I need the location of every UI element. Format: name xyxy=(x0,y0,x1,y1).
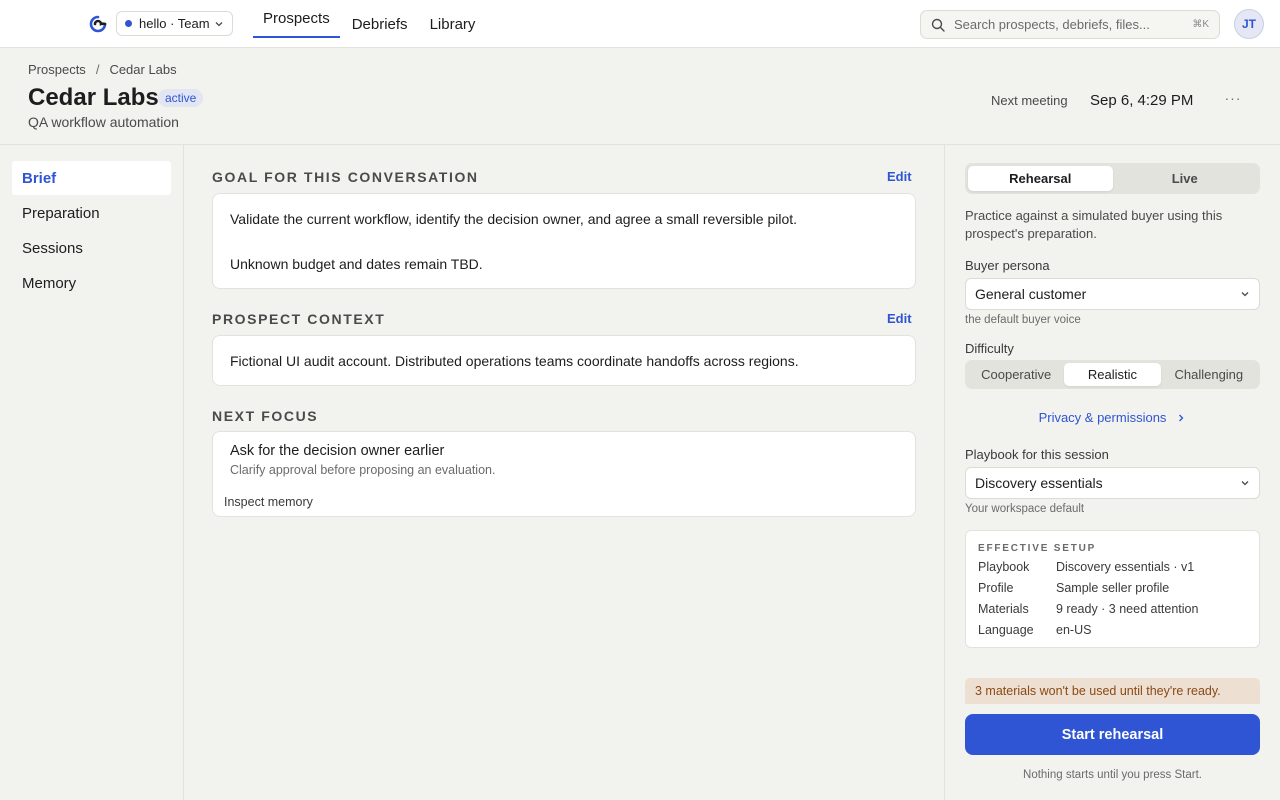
difficulty-toggle: Cooperative Realistic Challenging xyxy=(965,360,1260,389)
next-focus-card: Ask for the decision owner earlier Clari… xyxy=(212,431,916,517)
context-text: Fictional UI audit account. Distributed … xyxy=(230,353,799,369)
effective-setup-card: EFFECTIVE SETUP Playbook Discovery essen… xyxy=(965,530,1260,648)
setup-key: Materials xyxy=(978,602,1029,616)
mode-tab-rehearsal[interactable]: Rehearsal xyxy=(968,166,1113,191)
user-avatar[interactable]: JT xyxy=(1234,9,1264,39)
privacy-permissions-link[interactable]: Privacy & permissions xyxy=(965,410,1260,425)
search-icon xyxy=(931,18,945,32)
setup-row: Materials 9 ready · 3 need attention xyxy=(978,602,1198,616)
next-focus-heading: Ask for the decision owner earlier xyxy=(230,443,445,459)
setup-value: Sample seller profile xyxy=(1056,581,1170,595)
section-nav-memory[interactable]: Memory xyxy=(12,266,171,300)
chevron-down-icon xyxy=(1241,292,1249,297)
goal-section-title: GOAL FOR THIS CONVERSATION xyxy=(212,169,479,185)
search-input[interactable] xyxy=(954,17,1193,32)
goal-text: Validate the current workflow, identify … xyxy=(230,211,798,227)
goal-edit-button[interactable]: Edit xyxy=(887,169,912,184)
setup-row: Playbook Discovery essentials · v1 xyxy=(978,560,1194,574)
materials-warning: 3 materials won't be used until they're … xyxy=(965,678,1260,704)
chevron-down-icon xyxy=(1241,481,1249,486)
playbook-value: Discovery essentials xyxy=(975,475,1103,491)
workspace-label: hello · Team xyxy=(139,16,210,31)
breadcrumb-separator: / xyxy=(95,62,100,77)
persona-value: General customer xyxy=(975,286,1087,302)
workspace-dot-icon xyxy=(125,20,132,27)
persona-label: Buyer persona xyxy=(965,258,1050,273)
goal-card: Validate the current workflow, identify … xyxy=(212,193,916,289)
workspace-switcher[interactable]: hello · Team xyxy=(116,11,233,36)
inspect-memory-link[interactable]: Inspect memory xyxy=(224,495,313,509)
section-nav-preparation[interactable]: Preparation xyxy=(12,196,171,230)
setup-value: Discovery essentials · v1 xyxy=(1056,560,1195,574)
setup-key: Profile xyxy=(978,581,1014,595)
next-meeting-value: Sep 6, 4:29 PM xyxy=(1090,92,1194,109)
chevron-down-icon xyxy=(215,21,223,26)
playbook-hint: Your workspace default xyxy=(965,503,1085,515)
breadcrumb: Prospects / Cedar Labs xyxy=(28,62,177,77)
start-footnote: Nothing starts until you press Start. xyxy=(1023,769,1202,781)
search-box[interactable]: ⌘K xyxy=(920,10,1220,39)
chevron-right-icon xyxy=(1179,414,1184,421)
difficulty-realistic[interactable]: Realistic xyxy=(1064,363,1161,386)
main-nav: Prospects Debriefs Library xyxy=(253,0,487,48)
difficulty-label: Difficulty xyxy=(965,341,1014,356)
difficulty-cooperative[interactable]: Cooperative xyxy=(968,363,1064,386)
goal-note: Unknown budget and dates remain TBD. xyxy=(230,256,483,272)
difficulty-challenging[interactable]: Challenging xyxy=(1161,363,1257,386)
playbook-label: Playbook for this session xyxy=(965,447,1109,462)
context-edit-button[interactable]: Edit xyxy=(887,311,912,326)
app-logo-icon[interactable] xyxy=(88,14,108,34)
setup-key: Playbook xyxy=(978,560,1030,574)
breadcrumb-current: Cedar Labs xyxy=(109,62,177,77)
next-focus-section-title: NEXT FOCUS xyxy=(212,408,319,424)
section-nav-brief[interactable]: Brief xyxy=(12,161,171,195)
panel-description: Practice against a simulated buyer using… xyxy=(965,208,1223,241)
persona-hint: the default buyer voice xyxy=(965,314,1081,326)
effective-setup-title: EFFECTIVE SETUP xyxy=(978,543,1097,554)
next-focus-detail: Clarify approval before proposing an eva… xyxy=(230,463,496,477)
context-card: Fictional UI audit account. Distributed … xyxy=(212,335,916,386)
section-nav-sessions[interactable]: Sessions xyxy=(12,231,171,265)
more-options-icon[interactable]: ··· xyxy=(1222,90,1244,108)
search-shortcut: ⌘K xyxy=(1192,19,1209,30)
page-header: Prospects / Cedar Labs Cedar Labs active… xyxy=(0,48,1280,145)
nav-prospects[interactable]: Prospects xyxy=(253,0,340,38)
next-meeting-label: Next meeting xyxy=(991,93,1068,108)
setup-value: en-US xyxy=(1056,623,1092,637)
breadcrumb-prospects[interactable]: Prospects xyxy=(28,62,86,77)
context-section-title: PROSPECT CONTEXT xyxy=(212,311,386,327)
privacy-link-label: Privacy & permissions xyxy=(1038,410,1167,425)
setup-row: Language en-US xyxy=(978,623,1091,637)
setup-value: 9 ready · 3 need attention xyxy=(1056,602,1199,616)
page-subtitle: QA workflow automation xyxy=(28,114,179,130)
top-bar: hello · Team Prospects Debriefs Library … xyxy=(0,0,1280,48)
start-rehearsal-button[interactable]: Start rehearsal xyxy=(965,714,1260,755)
nav-library[interactable]: Library xyxy=(420,0,486,48)
setup-key: Language xyxy=(978,623,1034,637)
persona-select[interactable]: General customer xyxy=(965,278,1260,310)
status-badge: active xyxy=(158,89,204,107)
section-nav: Brief Preparation Sessions Memory xyxy=(0,145,184,800)
playbook-select[interactable]: Discovery essentials xyxy=(965,467,1260,499)
mode-tab-live[interactable]: Live xyxy=(1113,166,1258,191)
nav-debriefs[interactable]: Debriefs xyxy=(342,0,418,48)
setup-row: Profile Sample seller profile xyxy=(978,581,1169,595)
page-title: Cedar Labs xyxy=(28,84,159,111)
mode-toggle: Rehearsal Live xyxy=(965,163,1260,194)
